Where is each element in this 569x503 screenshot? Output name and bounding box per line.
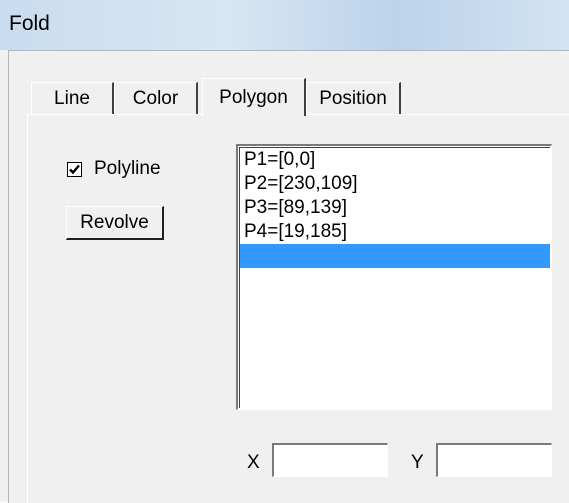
check-icon [69, 164, 80, 174]
tab-polygon-label: Polygon [219, 86, 288, 108]
list-item-p1[interactable]: P1=[0,0] [240, 148, 550, 172]
list-item-new[interactable] [240, 244, 550, 268]
tab-position[interactable]: Position [306, 82, 401, 114]
list-item-p2[interactable]: P2=[230,109] [240, 172, 550, 196]
title-bar[interactable]: Fold [0, 0, 569, 50]
y-input[interactable] [436, 443, 552, 477]
tab-line[interactable]: Line [31, 82, 114, 114]
tab-line-label: Line [54, 87, 90, 109]
tab-color[interactable]: Color [114, 82, 198, 114]
points-listbox[interactable]: P1=[0,0] P2=[230,109] P3=[89,139] P4=[19… [236, 144, 552, 410]
tab-polygon[interactable]: Polygon [202, 78, 306, 116]
x-label: X [247, 452, 260, 473]
polyline-label: Polyline [94, 158, 161, 179]
revolve-button[interactable]: Revolve [66, 206, 164, 240]
fold-dialog: Fold Line Color Polygon Position Polylin… [0, 0, 569, 503]
list-item-p4[interactable]: P4=[19,185] [240, 220, 550, 244]
window-title: Fold [9, 12, 50, 35]
polyline-checkbox-row[interactable]: Polyline [67, 158, 161, 180]
x-input[interactable] [272, 443, 388, 477]
tab-color-label: Color [132, 87, 179, 109]
tab-position-label: Position [319, 87, 387, 109]
list-item-p3[interactable]: P3=[89,139] [240, 196, 550, 220]
polyline-checkbox[interactable] [67, 161, 82, 177]
points-list: P1=[0,0] P2=[230,109] P3=[89,139] P4=[19… [239, 147, 550, 408]
y-label: Y [411, 452, 424, 473]
